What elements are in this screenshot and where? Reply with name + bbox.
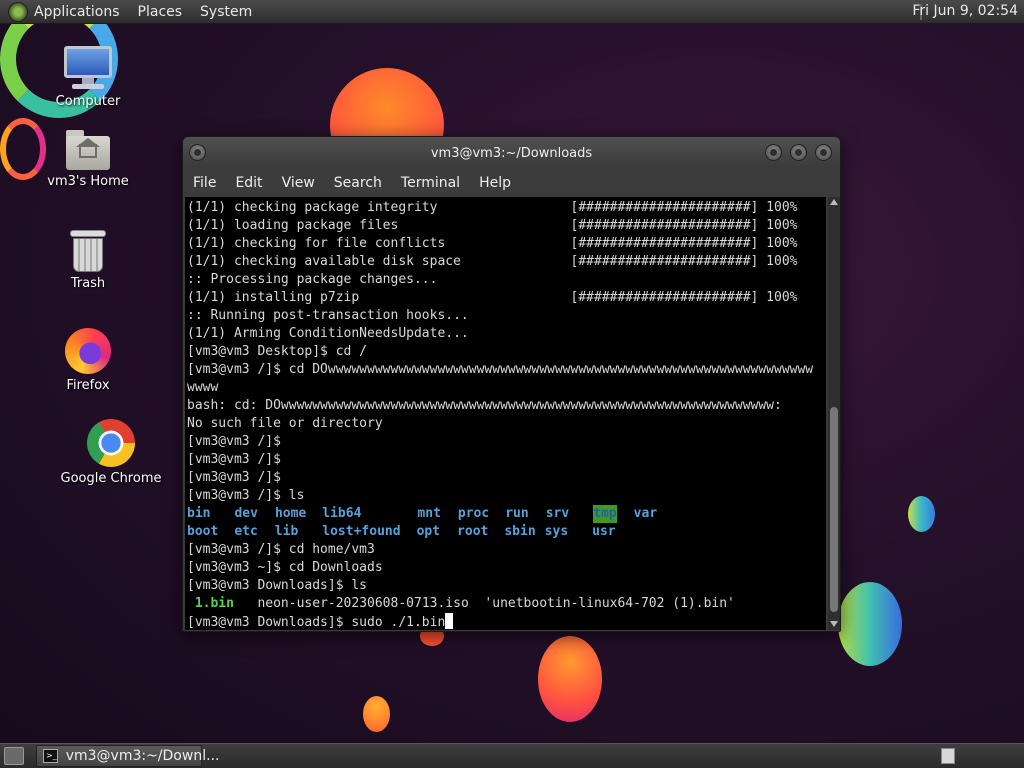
terminal-line: wwww (187, 380, 219, 395)
desktop-icon-label: Google Chrome (60, 471, 162, 486)
terminal-line: [vm3@vm3 /]$ cd home/vm3 (187, 542, 375, 557)
terminal-line: (1/1) checking available disk space [###… (187, 254, 798, 269)
window-menu-icon[interactable] (189, 144, 206, 161)
terminal-window: vm3@vm3:~/Downloads File Edit View Searc… (182, 136, 841, 632)
menu-system[interactable]: System (200, 4, 252, 20)
maximize-icon[interactable] (790, 144, 807, 161)
terminal-line: (1/1) Arming ConditionNeedsUpdate... (187, 326, 469, 341)
ls-entry: mnt (417, 506, 441, 521)
ls-entry: srv (545, 506, 570, 521)
prompt-text: [vm3@vm3 Downloads]$ sudo ./1.bin (187, 615, 446, 630)
ls-output-row: boot etc lib lost+found opt root sbin sys usr (187, 523, 826, 541)
ls-entry: bin (187, 506, 211, 521)
ls-entry: opt (416, 524, 441, 539)
menu-search[interactable]: Search (334, 175, 382, 191)
desktop-icon-chrome[interactable]: Google Chrome (56, 419, 166, 486)
firefox-icon (65, 328, 111, 374)
ls-entry: proc (457, 506, 490, 521)
ls-output-row: bin dev home lib64 mnt proc run srv tmp var (187, 505, 826, 523)
ls-entry: lost+found (322, 524, 401, 539)
clock[interactable]: Fri Jun 9, 02:54 (912, 3, 1018, 19)
menu-edit[interactable]: Edit (235, 175, 262, 191)
chrome-icon (87, 419, 135, 467)
downloads-ls-output: 1.bin neon-user-20230608-0713.iso 'unetb… (187, 595, 826, 613)
desktop-icon-firefox[interactable]: Firefox (52, 328, 124, 393)
menu-places[interactable]: Places (138, 4, 183, 20)
terminal-line: [vm3@vm3 /]$ (187, 470, 281, 485)
ls-entry: sbin (504, 524, 536, 539)
file-list: neon-user-20230608-0713.iso 'unetbootin-… (257, 596, 735, 611)
desktop-icon-computer[interactable]: Computer (52, 46, 124, 109)
ls-entry: home (274, 506, 307, 521)
desktop-icon-label: Trash (70, 276, 106, 291)
ls-entry: dev (234, 506, 258, 521)
terminal-line: (1/1) checking package integrity [######… (187, 200, 798, 215)
ls-entry: lib64 (322, 506, 362, 521)
ls-entry: run (505, 506, 529, 521)
terminal-output[interactable]: (1/1) checking package integrity [######… (185, 197, 826, 630)
terminal-line: [vm3@vm3 /]$ (187, 452, 281, 467)
terminal-line: :: Processing package changes... (187, 272, 438, 287)
ls-entry: root (457, 524, 489, 539)
scroll-up-icon[interactable] (830, 199, 838, 205)
terminal-menubar: File Edit View Search Terminal Help (183, 169, 840, 197)
scroll-down-icon[interactable] (830, 621, 838, 627)
trash-icon (70, 230, 106, 272)
workspace-switcher[interactable] (941, 748, 955, 764)
terminal-line: [vm3@vm3 Desktop]$ cd / (187, 344, 368, 359)
menu-help[interactable]: Help (479, 175, 511, 191)
terminal-line: [vm3@vm3 /]$ cd DOwwwwwwwwwwwwwwwwwwwwww… (187, 362, 814, 377)
terminal-icon: >_ (43, 749, 58, 763)
terminal-line: No such file or directory (187, 416, 383, 431)
wallpaper-tiny-blob (363, 696, 390, 732)
terminal-line: bash: cd: DOwwwwwwwwwwwwwwwwwwwwwwwwwwww… (187, 398, 782, 413)
terminal-line: (1/1) checking for file conflicts [#####… (187, 236, 798, 251)
executable-file: 1.bin (194, 596, 234, 611)
minimize-icon[interactable] (765, 144, 782, 161)
wallpaper-small-blob (908, 496, 935, 532)
terminal-line: [vm3@vm3 ~]$ cd Downloads (187, 560, 383, 575)
terminal-line: [vm3@vm3 /]$ (187, 434, 281, 449)
desktop-icon-label: vm3's Home (47, 174, 129, 189)
ls-entry: etc (234, 524, 258, 539)
main-menu-icon[interactable] (8, 1, 28, 22)
taskbar-terminal-button[interactable]: >_ vm3@vm3:~/Downl... (36, 745, 219, 767)
scrollbar-thumb[interactable] (830, 407, 838, 612)
menu-view[interactable]: View (282, 175, 315, 191)
desktop-icon-label: Firefox (66, 378, 110, 393)
terminal-scrollbar[interactable] (828, 197, 840, 630)
window-titlebar[interactable]: vm3@vm3:~/Downloads (183, 137, 840, 169)
menu-file[interactable]: File (193, 175, 216, 191)
terminal-line: :: Running post-transaction hooks... (187, 308, 469, 323)
wallpaper-pink-blob (538, 636, 602, 722)
ls-entry: tmp (593, 505, 617, 523)
terminal-line: (1/1) loading package files [###########… (187, 218, 798, 233)
ls-entry: boot (187, 524, 219, 539)
ls-entry: sys (544, 524, 569, 539)
show-desktop-icon[interactable] (4, 747, 24, 765)
wallpaper-orange-ring (0, 118, 46, 180)
computer-icon (64, 46, 112, 90)
terminal-line: [vm3@vm3 Downloads]$ ls (187, 578, 368, 593)
menu-terminal[interactable]: Terminal (401, 175, 460, 191)
home-folder-icon (66, 130, 110, 170)
ls-entry: usr (592, 524, 616, 539)
ls-entry: lib (274, 524, 299, 539)
wallpaper-blue-blob (838, 582, 902, 666)
menu-applications[interactable]: Applications (34, 4, 120, 20)
current-prompt[interactable]: [vm3@vm3 Downloads]$ sudo ./1.bin (187, 613, 826, 630)
terminal-line: (1/1) installing p7zip [################… (187, 290, 798, 305)
close-icon[interactable] (815, 144, 832, 161)
desktop-icon-home[interactable]: vm3's Home (44, 130, 132, 189)
text-cursor (445, 613, 454, 629)
taskbar-label: vm3@vm3:~/Downl... (65, 748, 220, 764)
desktop-icon-trash[interactable]: Trash (52, 230, 124, 291)
top-panel: Applications Places System Fri Jun 9, 02… (0, 0, 1024, 24)
ls-entry: var (633, 506, 658, 521)
terminal-line: [vm3@vm3 /]$ ls (187, 488, 305, 503)
window-title: vm3@vm3:~/Downloads (430, 145, 593, 161)
bottom-panel: >_ vm3@vm3:~/Downl... (0, 743, 1024, 768)
desktop-icon-label: Computer (55, 94, 121, 109)
